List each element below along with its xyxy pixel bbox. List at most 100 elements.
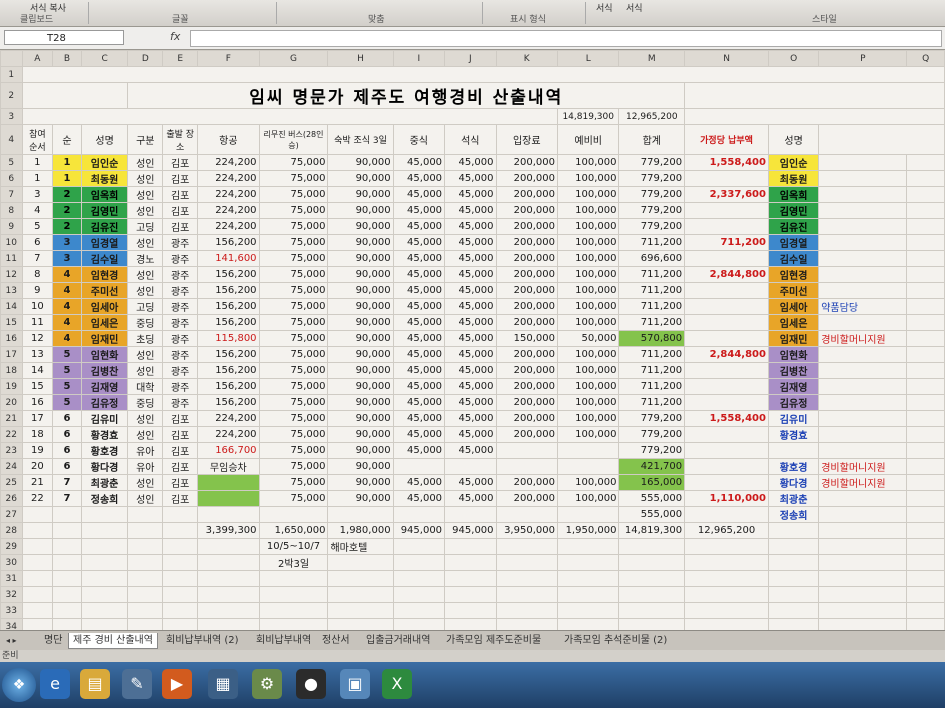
cell-name[interactable]: 임세아 bbox=[80, 298, 129, 315]
cell-airfare[interactable]: 무임승차 bbox=[197, 458, 260, 475]
cell-bus[interactable]: 75,000 bbox=[258, 154, 329, 171]
cell-airfare[interactable]: 156,200 bbox=[197, 394, 260, 411]
cell[interactable] bbox=[684, 618, 769, 630]
cell-airfare[interactable] bbox=[197, 506, 260, 523]
row-header[interactable]: 31 bbox=[0, 570, 23, 587]
cell-category[interactable]: 성인 bbox=[127, 202, 164, 219]
cell[interactable] bbox=[127, 618, 164, 630]
cell-admission[interactable] bbox=[495, 554, 558, 571]
row-header[interactable]: 12 bbox=[0, 266, 23, 283]
cell[interactable] bbox=[906, 426, 945, 443]
cell-name-2[interactable]: 임현화 bbox=[767, 346, 820, 363]
cell-reserve[interactable]: 100,000 bbox=[556, 346, 620, 363]
cell-note[interactable] bbox=[818, 218, 908, 235]
cell-lunch[interactable]: 45,000 bbox=[392, 282, 446, 299]
cell-lodging[interactable]: 90,000 bbox=[327, 298, 394, 315]
cell-dinner[interactable]: 45,000 bbox=[444, 202, 497, 219]
cell-name[interactable]: 임재민 bbox=[80, 330, 129, 347]
cell-household-payment[interactable]: 12,965,200 bbox=[684, 522, 769, 539]
col-header[interactable]: L bbox=[556, 50, 620, 67]
cell-order[interactable]: 14 bbox=[21, 362, 54, 379]
cell-dinner[interactable]: 45,000 bbox=[444, 250, 497, 267]
cell-reserve[interactable]: 1,950,000 bbox=[556, 522, 620, 539]
cell-reserve[interactable]: 100,000 bbox=[556, 426, 620, 443]
cell-order[interactable] bbox=[21, 522, 54, 539]
cell-departure[interactable]: 광주 bbox=[162, 314, 199, 331]
cell-lunch[interactable] bbox=[392, 554, 446, 571]
cell-household-payment[interactable] bbox=[684, 474, 769, 491]
cell-household-payment[interactable] bbox=[684, 314, 769, 331]
cell-name-2[interactable]: 황다경 bbox=[767, 474, 820, 491]
cell-name[interactable] bbox=[80, 522, 129, 539]
cell[interactable] bbox=[906, 298, 945, 315]
cell[interactable] bbox=[906, 234, 945, 251]
header-reserve[interactable]: 예비비 bbox=[556, 124, 620, 155]
cell[interactable] bbox=[906, 362, 945, 379]
cell-dinner[interactable]: 945,000 bbox=[444, 522, 497, 539]
row-header[interactable]: 30 bbox=[0, 554, 23, 571]
cell-departure[interactable]: 김포 bbox=[162, 442, 199, 459]
cell-name-2[interactable]: 임경열 bbox=[767, 234, 820, 251]
cell-departure[interactable]: 광주 bbox=[162, 394, 199, 411]
cell[interactable] bbox=[684, 586, 769, 603]
cell-name-2[interactable]: 임세아 bbox=[767, 298, 820, 315]
cell-lodging[interactable]: 90,000 bbox=[327, 378, 394, 395]
cell-departure[interactable]: 김포 bbox=[162, 170, 199, 187]
cell-order[interactable]: 11 bbox=[21, 314, 54, 331]
cell[interactable] bbox=[495, 602, 558, 619]
cell-household-payment[interactable]: 1,558,400 bbox=[684, 410, 769, 427]
cell-bus[interactable]: 75,000 bbox=[258, 250, 329, 267]
cell-bus[interactable]: 75,000 bbox=[258, 234, 329, 251]
cell-departure[interactable]: 광주 bbox=[162, 282, 199, 299]
cell-total[interactable]: 779,200 bbox=[618, 186, 686, 203]
cell-departure[interactable]: 광주 bbox=[162, 330, 199, 347]
cell-bus[interactable]: 75,000 bbox=[258, 378, 329, 395]
cell-category[interactable]: 대학 bbox=[127, 378, 164, 395]
cell-admission[interactable]: 200,000 bbox=[495, 266, 558, 283]
cell-departure[interactable]: 광주 bbox=[162, 298, 199, 315]
cell-lunch[interactable]: 45,000 bbox=[392, 490, 446, 507]
cell-airfare[interactable]: 156,200 bbox=[197, 314, 260, 331]
cell[interactable] bbox=[127, 602, 164, 619]
cell-name-2[interactable]: 김영민 bbox=[767, 202, 820, 219]
cell-airfare[interactable]: 156,200 bbox=[197, 282, 260, 299]
cell-name[interactable]: 최동원 bbox=[80, 170, 129, 187]
cell-bus[interactable]: 10/5~10/7 bbox=[258, 538, 329, 555]
col-header[interactable]: C bbox=[80, 50, 129, 67]
cell-dinner[interactable] bbox=[444, 554, 497, 571]
col-header[interactable]: J bbox=[444, 50, 497, 67]
cell-note[interactable] bbox=[818, 410, 908, 427]
tools-icon[interactable]: ⚙ bbox=[252, 669, 282, 699]
cell[interactable] bbox=[906, 218, 945, 235]
cell-lodging[interactable] bbox=[327, 554, 394, 571]
cell-note[interactable] bbox=[818, 202, 908, 219]
row-header[interactable]: 33 bbox=[0, 602, 23, 619]
cell-name-2[interactable]: 임옥희 bbox=[767, 186, 820, 203]
cell-departure[interactable] bbox=[162, 506, 199, 523]
cell[interactable] bbox=[52, 570, 82, 587]
row-header[interactable]: 3 bbox=[0, 108, 23, 125]
cell[interactable] bbox=[906, 154, 945, 171]
cell-category[interactable]: 성인 bbox=[127, 362, 164, 379]
media-icon[interactable]: ▶ bbox=[162, 669, 192, 699]
cell-total[interactable]: 711,200 bbox=[618, 378, 686, 395]
cell-seq[interactable]: 7 bbox=[52, 490, 82, 507]
cell[interactable] bbox=[906, 442, 945, 459]
cell-reserve[interactable]: 100,000 bbox=[556, 474, 620, 491]
cell-lodging[interactable]: 90,000 bbox=[327, 314, 394, 331]
cell-bus[interactable]: 75,000 bbox=[258, 202, 329, 219]
cell-lunch[interactable]: 45,000 bbox=[392, 362, 446, 379]
col-header[interactable]: P bbox=[818, 50, 908, 67]
cell-lunch[interactable]: 45,000 bbox=[392, 202, 446, 219]
cell-lunch[interactable]: 45,000 bbox=[392, 170, 446, 187]
cell-airfare[interactable]: 224,200 bbox=[197, 218, 260, 235]
cell-airfare[interactable]: 224,200 bbox=[197, 186, 260, 203]
cell-note[interactable] bbox=[818, 266, 908, 283]
cell-category[interactable]: 성인 bbox=[127, 186, 164, 203]
cell-name-2[interactable]: 김수일 bbox=[767, 250, 820, 267]
cell-category[interactable]: 고딩 bbox=[127, 298, 164, 315]
cell-seq[interactable]: 1 bbox=[52, 154, 82, 171]
cell-lunch[interactable] bbox=[392, 506, 446, 523]
cell-seq[interactable]: 4 bbox=[52, 266, 82, 283]
cell-lunch[interactable]: 45,000 bbox=[392, 266, 446, 283]
